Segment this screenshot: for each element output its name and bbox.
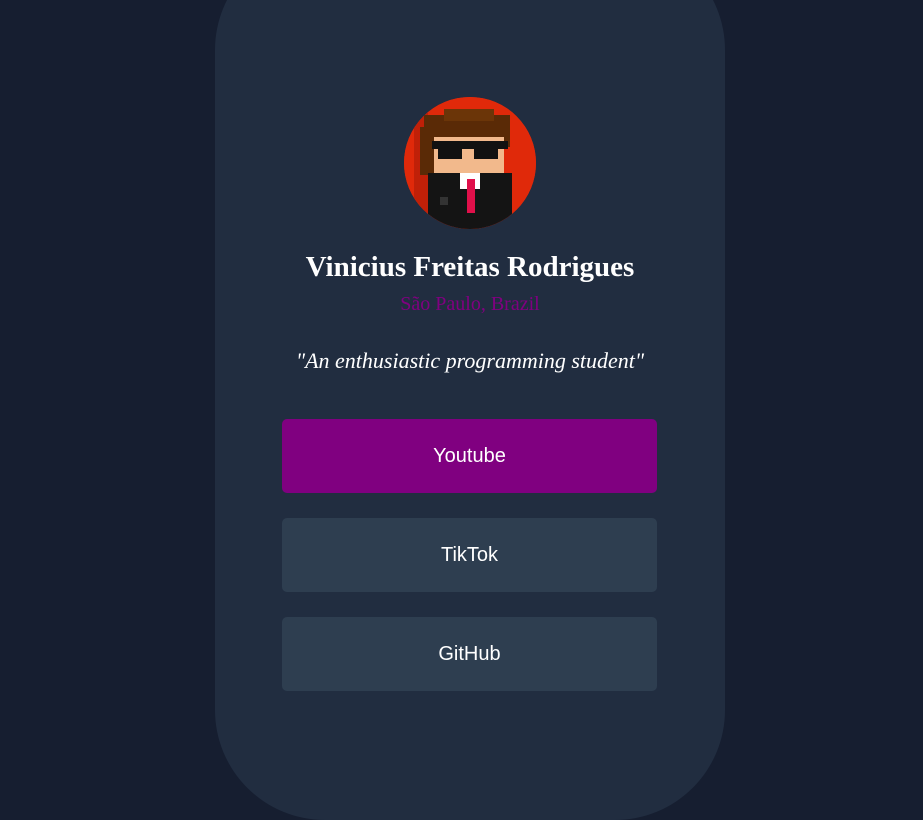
pixel-art-agent-avatar-icon	[404, 97, 536, 229]
profile-name: Vinicius Freitas Rodrigues	[305, 251, 635, 283]
profile-bio: "An enthusiastic programming student"	[295, 348, 645, 373]
youtube-link-button[interactable]: Youtube	[282, 419, 657, 493]
profile-location: São Paulo, Brazil	[400, 293, 540, 315]
tiktok-link-button[interactable]: TikTok	[282, 518, 657, 592]
github-link-button[interactable]: GitHub	[282, 617, 657, 691]
profile-avatar	[404, 97, 536, 229]
